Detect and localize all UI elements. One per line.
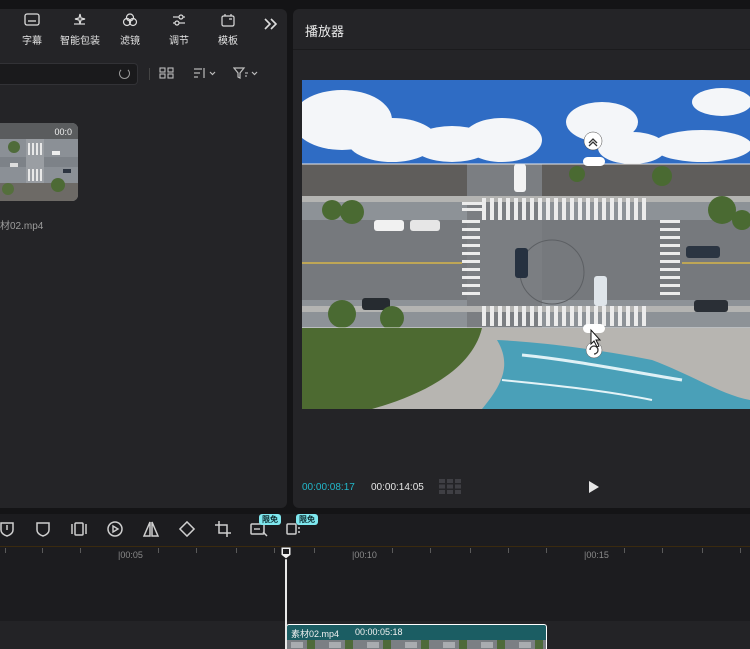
crop-button[interactable] bbox=[214, 520, 232, 538]
funnel-icon bbox=[232, 67, 258, 79]
tab-adjust[interactable]: 调节 bbox=[157, 13, 201, 49]
current-time: 00:00:08:17 bbox=[302, 482, 355, 493]
media-item-thumbnail[interactable]: 00:0 bbox=[0, 123, 78, 201]
rotate-button[interactable] bbox=[178, 520, 196, 538]
tab-filter-label: 滤镜 bbox=[120, 36, 140, 47]
mirror-button[interactable] bbox=[142, 520, 160, 538]
mask-button[interactable] bbox=[34, 520, 52, 538]
ruler-tick bbox=[42, 548, 43, 553]
aerial-intersection-frame bbox=[302, 80, 750, 409]
ruler-tick bbox=[80, 548, 81, 553]
filter-icon bbox=[108, 13, 152, 31]
shield-outline-icon bbox=[36, 522, 50, 537]
reverse-icon bbox=[107, 521, 123, 537]
ruler-label: |00:15 bbox=[584, 550, 609, 560]
video-clip[interactable]: 素材02.mp4 00:00:05:18 bbox=[286, 624, 547, 649]
media-panel: 字幕 智能包装 滤镜 调节 模板 00:0 材02.mp4 bbox=[0, 9, 287, 508]
ruler-label: |00:10 bbox=[352, 550, 377, 560]
ruler-tick bbox=[274, 548, 275, 553]
tab-smart-package-label: 智能包装 bbox=[60, 36, 100, 47]
player-panel: 播放器 00:00:08:17 00:00:14:05 bbox=[293, 9, 750, 508]
media-file-name: 材02.mp4 bbox=[0, 221, 44, 232]
rotate-icon bbox=[178, 520, 196, 538]
ruler-tick bbox=[470, 548, 471, 553]
tab-filter[interactable]: 滤镜 bbox=[108, 13, 152, 49]
tab-subtitle[interactable]: 字幕 bbox=[10, 13, 54, 49]
template-icon bbox=[206, 13, 250, 31]
adjust-icon bbox=[157, 13, 201, 31]
ratio-icon[interactable] bbox=[439, 479, 461, 494]
clip-duration: 00:00:05:18 bbox=[355, 627, 403, 637]
free-badge: 限免 bbox=[296, 514, 318, 525]
ruler-tick bbox=[430, 548, 431, 553]
ruler-tick bbox=[236, 548, 237, 553]
more-tabs-button[interactable] bbox=[260, 17, 282, 53]
ruler-tick bbox=[5, 548, 6, 553]
clip-thumbnail-strip bbox=[287, 640, 546, 649]
double-chevron-right-icon bbox=[260, 17, 282, 35]
player-divider bbox=[293, 49, 750, 50]
tab-template[interactable]: 模板 bbox=[206, 13, 250, 49]
sparkle-icon bbox=[58, 13, 102, 31]
ruler-tick bbox=[624, 548, 625, 553]
freeze-frame-button[interactable] bbox=[70, 520, 88, 538]
ruler-tick bbox=[662, 548, 663, 553]
sort-button[interactable] bbox=[193, 67, 217, 81]
playhead-icon bbox=[280, 546, 292, 560]
ruler-tick bbox=[546, 548, 547, 553]
keyframe-button[interactable] bbox=[0, 520, 16, 538]
ruler-tick bbox=[392, 548, 393, 553]
tab-template-label: 模板 bbox=[218, 36, 238, 47]
tab-smart-package[interactable]: 智能包装 bbox=[58, 13, 102, 49]
tab-subtitle-label: 字幕 bbox=[22, 36, 42, 47]
ruler-tick bbox=[702, 548, 703, 553]
edit-toolbar: 限免 限免 bbox=[0, 514, 750, 546]
view-mode-button[interactable] bbox=[159, 67, 175, 81]
freeze-icon bbox=[71, 522, 87, 536]
playhead-handle[interactable] bbox=[280, 546, 292, 560]
mirror-icon bbox=[142, 521, 160, 537]
play-icon bbox=[589, 481, 599, 493]
clip-name: 素材02.mp4 bbox=[291, 629, 340, 639]
timeline-track-area[interactable]: 素材02.mp4 00:00:05:18 bbox=[0, 566, 750, 649]
video-preview[interactable] bbox=[302, 80, 750, 409]
total-time: 00:00:14:05 bbox=[371, 482, 424, 493]
toolbar-divider bbox=[149, 68, 150, 80]
shield-icon bbox=[0, 522, 14, 537]
free-badge: 限免 bbox=[259, 514, 281, 525]
grid-view-icon bbox=[159, 67, 174, 79]
media-toolbar: 字幕 智能包装 滤镜 调节 模板 bbox=[0, 9, 287, 49]
sort-icon bbox=[194, 68, 216, 78]
ruler-tick bbox=[196, 548, 197, 553]
ruler-tick bbox=[314, 548, 315, 553]
search-input[interactable] bbox=[0, 63, 138, 85]
playhead-line bbox=[285, 554, 287, 649]
ruler-tick bbox=[158, 548, 159, 553]
loading-icon bbox=[119, 68, 130, 79]
player-title: 播放器 bbox=[305, 24, 345, 39]
tab-adjust-label: 调节 bbox=[169, 36, 189, 47]
timeline-ruler[interactable]: |00:05 |00:10 |00:15 bbox=[0, 546, 750, 566]
play-button[interactable] bbox=[588, 480, 600, 494]
crop-icon bbox=[215, 521, 231, 537]
subtitle-icon bbox=[10, 13, 54, 31]
ruler-label: |00:05 bbox=[118, 550, 143, 560]
filter-button[interactable] bbox=[232, 67, 259, 81]
ruler-tick bbox=[508, 548, 509, 553]
reverse-button[interactable] bbox=[106, 520, 124, 538]
media-duration: 00:0 bbox=[54, 127, 72, 137]
ruler-tick bbox=[740, 548, 741, 553]
